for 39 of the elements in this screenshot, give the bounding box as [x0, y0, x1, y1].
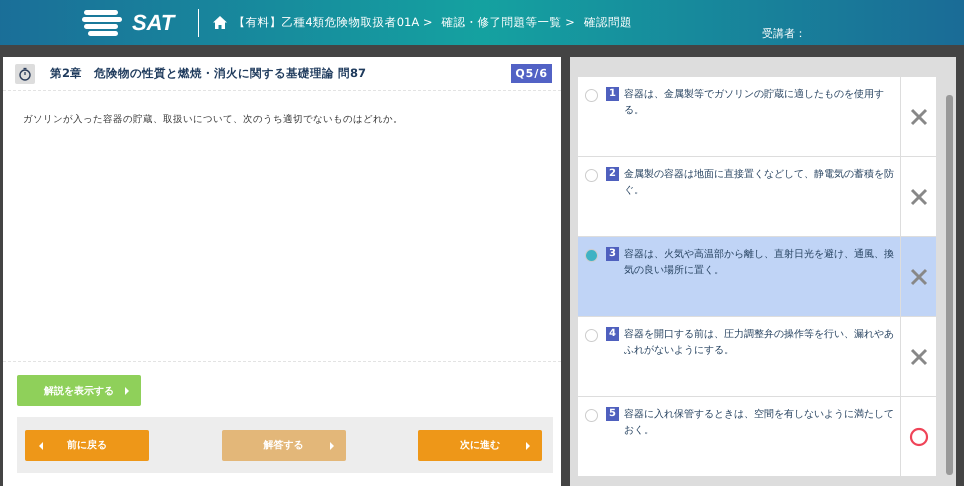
radio-button[interactable] — [585, 169, 598, 182]
breadcrumb-link[interactable]: 確認・修了問題等一覧 > — [441, 15, 575, 30]
scrollbar[interactable] — [946, 95, 953, 475]
cross-icon — [910, 348, 928, 366]
breadcrumb-link[interactable]: 確認問題 — [584, 15, 632, 30]
radio-button[interactable] — [585, 329, 598, 342]
radio-button[interactable] — [585, 409, 598, 422]
radio-button[interactable] — [585, 249, 598, 262]
timer-icon[interactable] — [15, 64, 35, 84]
choice-text: 容器は、火気や高温部から離し、直射日光を避け、通風、換気の良い場所に置く。 — [624, 248, 894, 278]
nav-button[interactable]: 前に戻る — [25, 430, 149, 460]
home-icon[interactable] — [213, 16, 228, 29]
cross-icon — [910, 108, 928, 126]
choice-row[interactable]: 5 容器に入れ保管するときは、空間を有しないように満たしておく。 — [578, 397, 936, 477]
breadcrumb-link[interactable]: 【有料】乙種4類危険物取扱者01A > — [233, 15, 432, 30]
logo-text: SAT — [132, 10, 174, 36]
nav-button[interactable]: 次に進む — [418, 430, 542, 460]
question-counter: Q5/6 — [511, 64, 552, 83]
choice-row[interactable]: 2 金属製の容器は地面に直接置くなどして、静電気の蓄積を防ぐ。 — [578, 157, 936, 237]
choice-row[interactable]: 4 容器を開口する前は、圧力調整弁の操作等を行い、漏れやあふれがないようにする。 — [578, 317, 936, 397]
circle-icon — [908, 426, 928, 446]
choice-row[interactable]: 3 容器は、火気や高温部から離し、直射日光を避け、通風、換気の良い場所に置く。 — [578, 237, 936, 317]
choice-text: 金属製の容器は地面に直接置くなどして、静電気の蓄積を防ぐ。 — [624, 168, 894, 198]
choice-text: 容器を開口する前は、圧力調整弁の操作等を行い、漏れやあふれがないようにする。 — [624, 328, 894, 358]
choice-text: 容器に入れ保管するときは、空間を有しないように満たしておく。 — [624, 408, 894, 438]
choice-number: 5 — [606, 407, 619, 421]
question-text: ガソリンが入った容器の貯蔵、取扱いについて、次のうち適切でないものはどれか。 — [23, 113, 404, 126]
choice-text: 容器は、金属製等でガソリンの貯蔵に適したものを使用する。 — [624, 88, 885, 118]
logo-icon — [82, 10, 124, 36]
choice-number: 1 — [606, 87, 619, 101]
radio-button[interactable] — [585, 89, 598, 102]
choice-row[interactable]: 1 容器は、金属製等でガソリンの貯蔵に適したものを使用する。 — [578, 77, 936, 157]
user-label: 受講者： — [762, 26, 806, 41]
choice-number: 3 — [606, 247, 619, 261]
question-title: 第2章 危険物の性質と燃焼・消火に関する基礎理論 問87 — [50, 66, 368, 81]
choice-number: 4 — [606, 327, 619, 341]
choice-number: 2 — [606, 167, 619, 181]
cross-icon — [910, 188, 928, 206]
cross-icon — [910, 268, 928, 286]
